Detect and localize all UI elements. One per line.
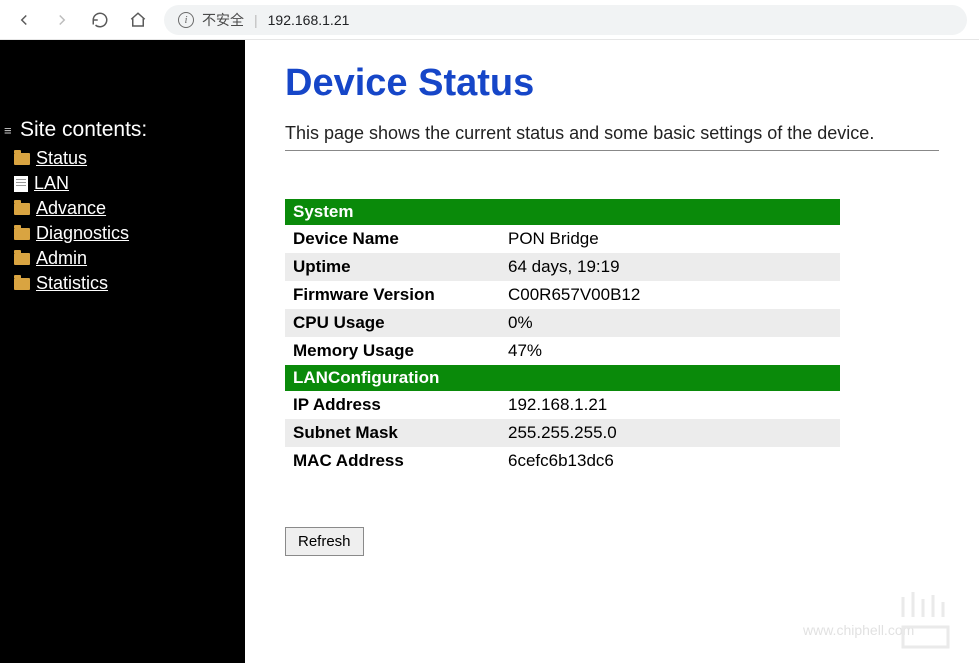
- status-table: SystemDevice NamePON BridgeUptime64 days…: [285, 199, 840, 475]
- sidebar-item-label: LAN: [34, 173, 69, 194]
- info-icon: i: [178, 12, 194, 28]
- row-value: 0%: [500, 309, 840, 337]
- section-header: System: [285, 199, 840, 225]
- row-label: Uptime: [285, 253, 500, 281]
- sidebar-item-label: Statistics: [36, 273, 108, 294]
- row-label: MAC Address: [285, 447, 500, 475]
- table-row: MAC Address6cefc6b13dc6: [285, 447, 840, 475]
- table-row: Firmware VersionC00R657V00B12: [285, 281, 840, 309]
- divider: [285, 150, 939, 151]
- row-value: 255.255.255.0: [500, 419, 840, 447]
- row-value: 64 days, 19:19: [500, 253, 840, 281]
- row-value: PON Bridge: [500, 225, 840, 253]
- sidebar-item-label: Admin: [36, 248, 87, 269]
- folder-icon: [14, 253, 30, 265]
- sidebar-item-statistics[interactable]: Statistics: [4, 271, 245, 296]
- home-button[interactable]: [126, 8, 150, 32]
- sidebar-item-label: Advance: [36, 198, 106, 219]
- row-label: Device Name: [285, 225, 500, 253]
- forward-button[interactable]: [50, 8, 74, 32]
- page-body: ≡ Site contents: Status LAN Advance Diagnos…: [0, 40, 979, 663]
- row-label: CPU Usage: [285, 309, 500, 337]
- table-row: CPU Usage0%: [285, 309, 840, 337]
- sidebar-title: ≡ Site contents:: [4, 116, 245, 146]
- row-value: C00R657V00B12: [500, 281, 840, 309]
- reload-button[interactable]: [88, 8, 112, 32]
- section-header-label: System: [285, 199, 840, 225]
- list-icon: ≡: [4, 123, 16, 138]
- table-row: Uptime64 days, 19:19: [285, 253, 840, 281]
- row-label: Subnet Mask: [285, 419, 500, 447]
- section-header-label: LANConfiguration: [285, 365, 840, 391]
- folder-icon: [14, 203, 30, 215]
- refresh-button[interactable]: Refresh: [285, 527, 364, 556]
- row-value: 47%: [500, 337, 840, 365]
- back-button[interactable]: [12, 8, 36, 32]
- security-label: 不安全: [202, 10, 244, 30]
- sidebar: ≡ Site contents: Status LAN Advance Diagnos…: [0, 40, 245, 663]
- document-icon: [14, 176, 28, 192]
- row-label: Memory Usage: [285, 337, 500, 365]
- page-title: Device Status: [285, 62, 939, 105]
- table-row: Device NamePON Bridge: [285, 225, 840, 253]
- table-row: IP Address192.168.1.21: [285, 391, 840, 419]
- section-header: LANConfiguration: [285, 365, 840, 391]
- sidebar-item-label: Status: [36, 148, 87, 169]
- table-row: Memory Usage47%: [285, 337, 840, 365]
- folder-icon: [14, 228, 30, 240]
- row-value: 6cefc6b13dc6: [500, 447, 840, 475]
- page-description: This page shows the current status and s…: [285, 123, 939, 144]
- table-row: Subnet Mask255.255.255.0: [285, 419, 840, 447]
- separator: |: [254, 12, 258, 28]
- browser-toolbar: i 不安全 | 192.168.1.21: [0, 0, 979, 40]
- row-label: Firmware Version: [285, 281, 500, 309]
- sidebar-item-diagnostics[interactable]: Diagnostics: [4, 221, 245, 246]
- sidebar-item-lan[interactable]: LAN: [4, 171, 245, 196]
- row-value: 192.168.1.21: [500, 391, 840, 419]
- url-text: 192.168.1.21: [268, 12, 350, 28]
- sidebar-item-advance[interactable]: Advance: [4, 196, 245, 221]
- main-content: Device Status This page shows the curren…: [245, 40, 979, 663]
- sidebar-item-label: Diagnostics: [36, 223, 129, 244]
- folder-icon: [14, 278, 30, 290]
- sidebar-item-admin[interactable]: Admin: [4, 246, 245, 271]
- sidebar-item-status[interactable]: Status: [4, 146, 245, 171]
- row-label: IP Address: [285, 391, 500, 419]
- sidebar-title-label: Site contents:: [20, 118, 147, 142]
- address-bar[interactable]: i 不安全 | 192.168.1.21: [164, 5, 967, 35]
- folder-icon: [14, 153, 30, 165]
